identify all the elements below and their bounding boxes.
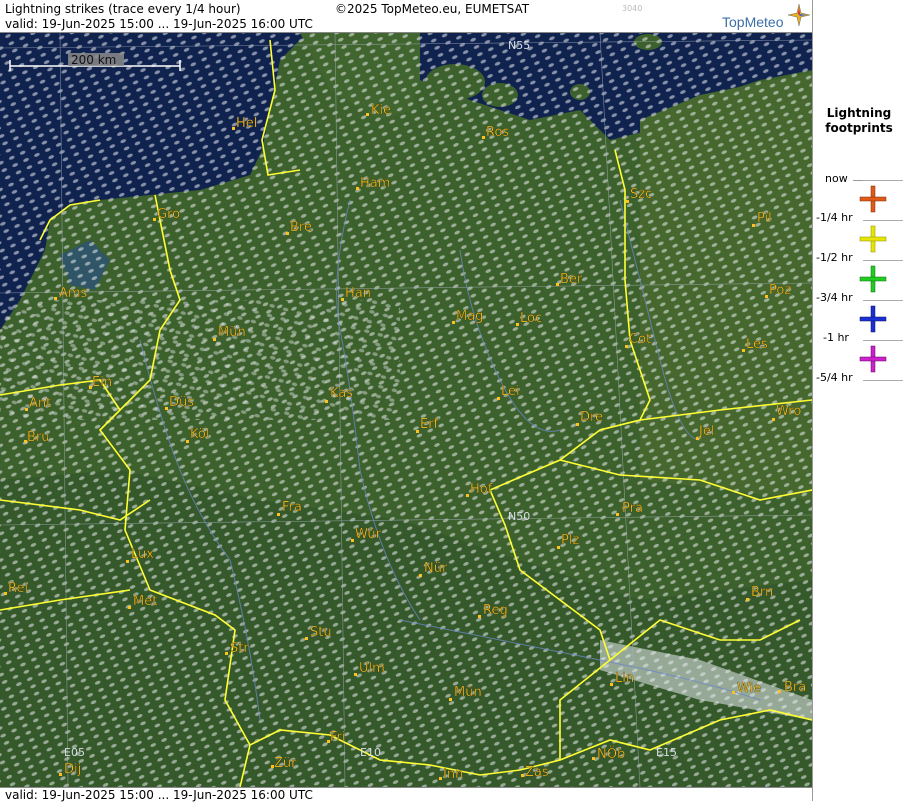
scale-label: 200 km: [71, 53, 116, 67]
city-label: Hel: [236, 116, 257, 131]
city-label: Lei: [501, 384, 520, 399]
grid-label-e15: E15: [656, 746, 677, 759]
city-label: Dre: [580, 410, 603, 425]
legend-row-five-quarter: -5/4 hr: [813, 371, 904, 412]
city-label: Rei: [8, 581, 28, 596]
legend-row-hour: -1 hr: [813, 331, 904, 373]
valid-time-bottom: valid: 19-Jun-2025 15:00 ... 19-Jun-2025…: [5, 788, 313, 802]
copyright: ©2025 TopMeteo.eu, EUMETSAT: [335, 2, 530, 16]
city-label: Ams: [59, 286, 88, 301]
city-label: Bru: [27, 430, 50, 445]
satellite-map[interactable]: Kie Hel Ros Ham Szc Gro Bre Pil Ber Ams …: [0, 33, 812, 787]
city-label: Reg: [483, 603, 508, 618]
city-label: Ulm: [359, 661, 385, 676]
city-label: Bre: [290, 220, 312, 235]
map-title: Lightning strikes (trace every 1/4 hour): [5, 2, 241, 16]
legend-label: -1/4 hr: [816, 211, 853, 224]
city-label: Szc: [630, 187, 652, 202]
lightning-cross-icon: [859, 225, 887, 253]
city-label: Wro: [776, 404, 801, 419]
city-label: Poz: [769, 283, 791, 298]
city-label: Kas: [330, 386, 353, 401]
city-label: Inn: [443, 767, 463, 782]
city-label: Mün: [218, 325, 246, 340]
lightning-cross-icon: [859, 305, 887, 333]
grid-label-n50: N50: [508, 510, 530, 523]
lightning-cross-icon: [859, 265, 887, 293]
city-label: Stu: [310, 625, 332, 640]
legend-row-quarter: -1/4 hr: [813, 211, 904, 253]
legend-row-now: now: [813, 172, 904, 213]
city-label: Ant: [29, 396, 51, 411]
city-label: Bra: [784, 680, 806, 695]
legend-row-three-quarter: -3/4 hr: [813, 291, 904, 333]
header-bar: Lightning strikes (trace every 1/4 hour)…: [0, 0, 812, 33]
city-label: Ham: [360, 176, 390, 191]
city-label: Köl: [190, 427, 209, 442]
map-canvas: Kie Hel Ros Ham Szc Gro Bre Pil Ber Ams …: [0, 33, 812, 787]
city-label: Brn: [751, 585, 773, 600]
city-label: Pil: [757, 211, 772, 226]
legend-label: -1/2 hr: [816, 251, 853, 264]
city-label: Jel: [698, 424, 714, 439]
city-label: NÖb: [597, 745, 625, 762]
city-label: Mag: [456, 309, 483, 324]
city-label: Fri: [330, 730, 346, 745]
footer-bar: valid: 19-Jun-2025 15:00 ... 19-Jun-2025…: [0, 787, 812, 802]
city-label: Zür: [274, 756, 297, 771]
city-label: Kie: [371, 103, 391, 118]
city-label: Hof: [470, 482, 493, 497]
city-label: Cot: [629, 332, 651, 347]
lightning-cross-icon: [859, 345, 887, 373]
compass-star-icon: [788, 4, 810, 26]
city-label: Plz: [561, 533, 579, 548]
topmeteo-logo[interactable]: TopMeteo: [722, 14, 783, 30]
grid-label-e05: E05: [64, 746, 85, 759]
city-label: Han: [345, 286, 371, 301]
legend-label: now: [825, 172, 848, 185]
city-label: Loc: [520, 311, 542, 326]
legend-label: -1 hr: [823, 331, 849, 344]
city-label: Mün: [454, 685, 482, 700]
city-label: Wür: [355, 527, 382, 542]
city-label: Erf: [420, 417, 439, 432]
legend-title: Lightning footprints: [825, 106, 893, 135]
city-label: Ros: [486, 125, 509, 140]
grid-label-n55: N55: [508, 39, 530, 52]
city-label: Str: [230, 641, 249, 656]
city-label: Dij: [64, 762, 81, 777]
city-label: Zas: [525, 765, 549, 780]
grid-label-e10: E10: [360, 746, 381, 759]
city-label: Les: [746, 337, 768, 352]
city-label: Ber: [560, 272, 583, 287]
city-label: Gro: [157, 207, 180, 222]
city-label: Fra: [282, 500, 302, 515]
city-label: Nür: [424, 561, 448, 576]
map-code: 3040: [622, 4, 643, 13]
valid-time-top: valid: 19-Jun-2025 15:00 ... 19-Jun-2025…: [5, 17, 313, 31]
city-label: Met: [133, 594, 157, 609]
legend-panel: Lightning footprints now -1/4 hr -1/2 hr…: [812, 0, 904, 801]
legend-label: -3/4 hr: [816, 291, 853, 304]
city-label: Ein: [92, 375, 112, 390]
city-label: Wie: [737, 681, 761, 696]
city-label: Lux: [131, 547, 154, 562]
legend-row-half: -1/2 hr: [813, 251, 904, 293]
legend-label: -5/4 hr: [816, 371, 853, 384]
city-label: Düs: [169, 395, 194, 410]
city-label: Lin: [615, 671, 634, 686]
city-label: Pra: [622, 501, 643, 516]
lightning-cross-icon: [859, 185, 887, 213]
